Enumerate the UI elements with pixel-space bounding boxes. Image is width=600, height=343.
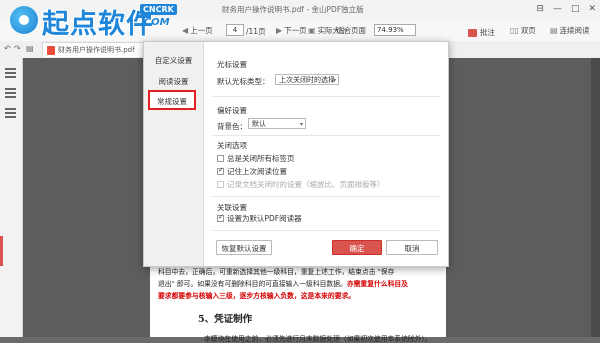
remember-doc-settings-option[interactable]: 记录文档关闭时的设置（缩放比、页面排版等）: [217, 179, 385, 190]
restore-defaults-button[interactable]: 恢复默认设置: [216, 240, 272, 255]
chevron-down-icon: ▾: [332, 77, 336, 84]
fit-page-button[interactable]: 适合页面: [336, 25, 366, 36]
doc-line-red: 要求都要参与核输入三级，逐步方核输入负数，这是本来的要求。: [158, 292, 356, 300]
scrollbar[interactable]: [591, 58, 600, 337]
site-logo: 起点软件 CNCRK .COM: [0, 0, 183, 45]
double-page-button[interactable]: ▯▯ 双页: [510, 25, 536, 36]
window-title: 财务用户操作说明书.pdf - 金山PDF独立版: [222, 5, 364, 14]
arrow-right-icon: ▶: [276, 26, 283, 35]
settings-nav: 自定义设置 阅读设置 常规设置: [144, 42, 204, 266]
save-icon[interactable]: ▤: [26, 44, 34, 53]
nav-general-settings[interactable]: 常规设置: [148, 90, 196, 110]
window-controls: ⊟ — □ ✕: [536, 3, 596, 15]
checkbox[interactable]: [217, 155, 224, 162]
page-number-input[interactable]: 4: [226, 24, 244, 36]
background-color-label: 背景色：: [217, 122, 247, 131]
nav-custom-settings: 自定义设置: [154, 56, 193, 65]
double-page-icon: ▯▯: [510, 26, 519, 35]
actual-size-icon: ▣: [308, 26, 316, 35]
minimize-button[interactable]: —: [553, 3, 562, 15]
chevron-down-icon: ▾: [299, 121, 303, 128]
logo-domain: .COM: [140, 17, 170, 28]
comment-icon: [468, 28, 477, 37]
nav-reading-settings[interactable]: 阅读设置: [144, 76, 203, 87]
checkbox-disabled[interactable]: [217, 181, 224, 188]
remember-position-option[interactable]: 记住上次阅读位置: [217, 166, 287, 177]
checkbox-checked[interactable]: [217, 213, 224, 222]
undo-icon[interactable]: ↶: [4, 44, 11, 53]
pdf-file-icon: [47, 45, 55, 55]
left-sidebar: [0, 58, 23, 337]
prev-page-button[interactable]: ◀ 上一页: [182, 25, 213, 36]
logo-text: 起点软件: [42, 9, 154, 40]
cursor-settings-title: 光标设置: [217, 60, 247, 69]
restore-icon[interactable]: ⊟: [536, 3, 544, 15]
preference-settings-title: 偏好设置: [217, 106, 247, 115]
logo-badge: CNCRK: [140, 4, 177, 15]
close-all-tabs-option[interactable]: 总是关闭所有标签页: [217, 153, 295, 164]
doc-paragraph: 本模块在使用之前，必须先进行月末数据处理（如果初次使用本系统除外）。: [204, 335, 432, 343]
annotation-list-icon[interactable]: [5, 108, 16, 118]
ok-button[interactable]: 确定: [332, 240, 382, 255]
default-cursor-label: 默认光标类型：: [217, 77, 270, 86]
continuous-read-icon: ▤: [550, 26, 558, 35]
comment-button[interactable]: 批注: [468, 27, 495, 38]
association-settings-title: 关联设置: [217, 203, 247, 212]
divider: [212, 196, 440, 197]
page-total: /11页: [246, 27, 266, 36]
doc-line: 科目中去，正确后，可重新选择其他一级科目，重复上述工作，结束点击 "保存: [158, 268, 395, 276]
redo-icon[interactable]: ↷: [14, 44, 21, 53]
maximize-button[interactable]: □: [571, 3, 580, 15]
divider: [212, 135, 440, 136]
close-button[interactable]: ✕: [588, 3, 596, 15]
thumbnail-icon[interactable]: [5, 68, 16, 78]
logo-mark-icon: [10, 6, 38, 34]
divider: [212, 230, 440, 231]
doc-line: 退出" 即可。如果没有可删除科目的可直接输入一级科目数据。亦需重复什么科目及: [158, 280, 408, 288]
background-color-select[interactable]: 默认 ▾: [248, 118, 306, 129]
zoom-select[interactable]: 74.93%: [374, 24, 416, 36]
bookmark-icon[interactable]: [5, 88, 16, 98]
divider: [212, 96, 440, 97]
cancel-button[interactable]: 取消: [386, 240, 438, 255]
sidebar-marker: [0, 236, 3, 266]
checkbox-checked[interactable]: [217, 166, 224, 175]
settings-dialog: 自定义设置 阅读设置 常规设置 光标设置 默认光标类型： 上次关闭时的选择 ▾ …: [143, 41, 449, 267]
close-options-title: 关闭选项: [217, 141, 247, 150]
doc-heading: 5、凭证制作: [198, 314, 253, 325]
continuous-read-button[interactable]: ▤ 连续阅读: [550, 25, 590, 36]
next-page-button[interactable]: ▶ 下一页: [276, 25, 307, 36]
cursor-type-select[interactable]: 上次关闭时的选择 ▾: [275, 74, 339, 85]
default-reader-option[interactable]: 设置为默认PDF阅读器: [217, 213, 302, 224]
